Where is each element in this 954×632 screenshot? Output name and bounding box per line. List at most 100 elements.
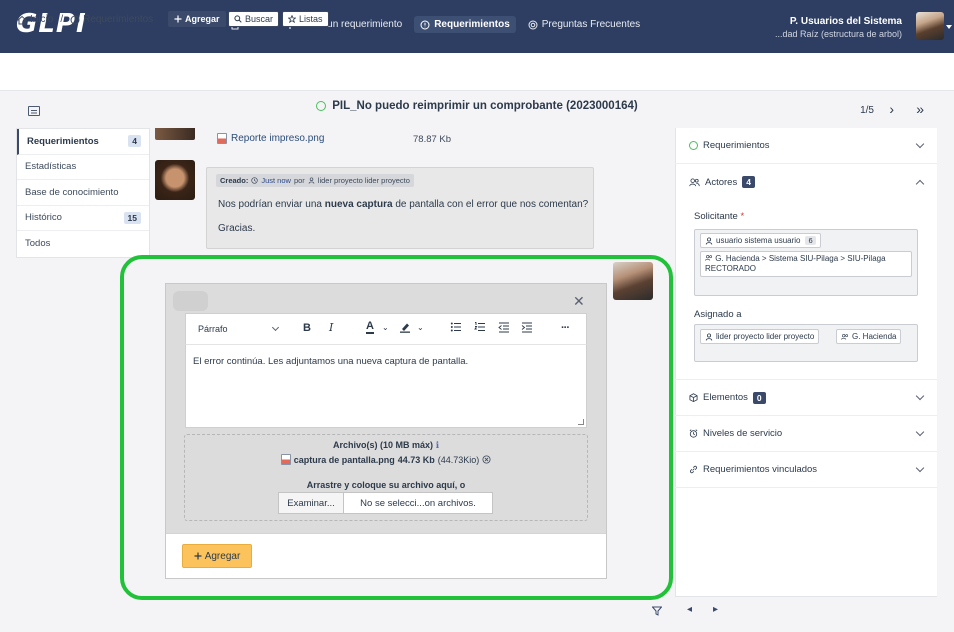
requester-user-chip[interactable]: usuario sistema usuario 6: [700, 233, 821, 248]
assigned-label: Asignado a: [694, 309, 742, 320]
section-label: Requerimientos: [703, 140, 770, 151]
section-actores[interactable]: Actores 4: [675, 164, 937, 200]
nav-item-preguntas-frecuentes[interactable]: Preguntas Frecuentes: [522, 16, 646, 33]
chevron-down-icon: [915, 139, 925, 149]
filter-icon[interactable]: [652, 606, 662, 616]
home-icon: [17, 15, 27, 24]
avatar: [155, 128, 195, 140]
tab-badge: 4: [128, 135, 141, 148]
status-open-icon: [689, 141, 698, 150]
section-elementos[interactable]: Elementos 0: [675, 380, 937, 416]
section-label: Actores: [705, 176, 738, 188]
plus-icon: [174, 15, 182, 23]
add-button[interactable]: Agregar: [168, 11, 226, 27]
followup-meta: Creado: Just now por lider proyecto lide…: [216, 174, 414, 187]
ticket-title-text: PIL_No puedo reimprimir un comprobante (…: [332, 100, 638, 112]
tab-label: Todos: [25, 238, 51, 250]
user-icon: [705, 236, 713, 245]
alarm-clock-icon: [689, 429, 698, 438]
add-button-label: Agregar: [185, 14, 220, 24]
user-entity: ...dad Raíz (estructura de arbol): [774, 29, 902, 39]
followup-text: Nos podrían enviar una nueva captura de …: [218, 199, 589, 210]
breadcrumb-home[interactable]: Inicio: [30, 14, 53, 25]
tab-label: Requerimientos: [27, 135, 99, 147]
users-icon: [841, 333, 849, 340]
followup-by: por: [293, 176, 305, 185]
highlight-frame: [120, 255, 673, 600]
clock-icon: [251, 177, 258, 184]
star-icon: [288, 15, 296, 23]
page-scroll-area: [937, 128, 954, 632]
chevron-down-icon: [915, 391, 925, 401]
ticket-tabs: Requerimientos 4 Estadísticas Base de co…: [16, 128, 150, 258]
assigned-group-chip[interactable]: G. Hacienda: [836, 329, 902, 344]
actors-count-badge: 4: [742, 176, 755, 188]
caret-left-icon[interactable]: ◂: [687, 604, 692, 615]
search-icon: [234, 15, 242, 23]
tab-label: Base de conocimiento: [25, 186, 119, 198]
ticket-pager: 1/5: [860, 105, 874, 116]
requester-field[interactable]: usuario sistema usuario 6 G. Hacienda > …: [694, 229, 918, 296]
assigned-field[interactable]: lider proyecto lider proyecto G. Haciend…: [694, 324, 918, 362]
next-icon[interactable]: ›: [889, 102, 894, 116]
tab-base-conocimiento[interactable]: Base de conocimiento: [17, 180, 149, 206]
requester-label: Solicitante *: [694, 211, 745, 222]
tab-label: Histórico: [25, 212, 62, 224]
tab-badge: 15: [123, 211, 141, 224]
status-open-icon: [316, 101, 327, 111]
alert-circle-icon: [420, 20, 430, 29]
nav-item-requerimientos[interactable]: Requerimientos: [414, 16, 516, 33]
tab-label: Estadísticas: [25, 161, 77, 173]
chevron-up-icon: [915, 179, 925, 188]
elements-count-badge: 0: [752, 391, 766, 404]
created-label: Creado:: [220, 176, 249, 185]
last-icon[interactable]: »: [916, 102, 924, 116]
followup-time: Just now: [261, 176, 291, 185]
tab-estadisticas[interactable]: Estadísticas: [17, 155, 149, 180]
nav-item-label: Requerimientos: [434, 19, 510, 30]
followup-author[interactable]: lider proyecto lider proyecto: [318, 176, 410, 185]
ticket-title: PIL_No puedo reimprimir un comprobante (…: [0, 100, 954, 112]
users-icon: [705, 255, 713, 261]
user-icon: [705, 332, 713, 341]
alert-circle-icon: [70, 15, 80, 24]
search-button-label: Buscar: [245, 14, 274, 24]
followup-text-thanks: Gracias.: [218, 223, 256, 234]
document-item[interactable]: Reporte impreso.png: [217, 133, 324, 144]
tab-todos[interactable]: Todos: [17, 231, 149, 257]
document-size: 78.87 Kb: [413, 134, 452, 145]
document-name[interactable]: Reporte impreso.png: [231, 133, 324, 144]
user-icon: [308, 177, 315, 184]
search-button[interactable]: Buscar: [228, 11, 280, 27]
nav-item-label: Preguntas Frecuentes: [541, 19, 641, 30]
lists-button[interactable]: Listas: [282, 11, 329, 27]
breadcrumb-current[interactable]: Requerimientos: [83, 14, 153, 25]
tab-historico[interactable]: Histórico 15: [17, 206, 149, 231]
user-name: P. Usuarios del Sistema: [789, 16, 902, 27]
lifebuoy-icon: [528, 20, 538, 29]
chevron-down-icon: [915, 463, 925, 473]
section-requerimientos-vinculados[interactable]: Requerimientos vinculados: [675, 452, 937, 488]
section-niveles-servicio[interactable]: Niveles de servicio: [675, 416, 937, 452]
section-label: Niveles de servicio: [703, 428, 783, 439]
assigned-user-chip[interactable]: lider proyecto lider proyecto: [700, 329, 820, 344]
caret-right-icon[interactable]: ▸: [713, 604, 718, 615]
lists-button-label: Listas: [299, 14, 323, 24]
section-label: Requerimientos vinculados: [703, 464, 818, 475]
user-avatar[interactable]: [916, 12, 944, 40]
breadcrumb: Inicio / Requerimientos: [17, 14, 153, 25]
caret-down-icon[interactable]: [946, 25, 952, 29]
chevron-down-icon: [915, 427, 925, 437]
link-icon: [690, 465, 697, 474]
tab-requerimientos[interactable]: Requerimientos 4: [17, 129, 149, 155]
users-icon: [689, 177, 700, 186]
requester-group-chip[interactable]: G. Hacienda > Sistema SIU-Pilaga > SIU-P…: [700, 251, 912, 277]
breadcrumb-separator: /: [60, 14, 64, 25]
breadcrumb-bar: [0, 53, 954, 91]
section-requerimientos[interactable]: Requerimientos: [675, 128, 937, 164]
section-label: Elementos: [703, 392, 748, 403]
box-icon: [689, 393, 698, 402]
avatar: [155, 160, 195, 200]
image-file-icon: [217, 133, 227, 144]
user-menu[interactable]: P. Usuarios del Sistema ...dad Raíz (est…: [775, 16, 902, 40]
